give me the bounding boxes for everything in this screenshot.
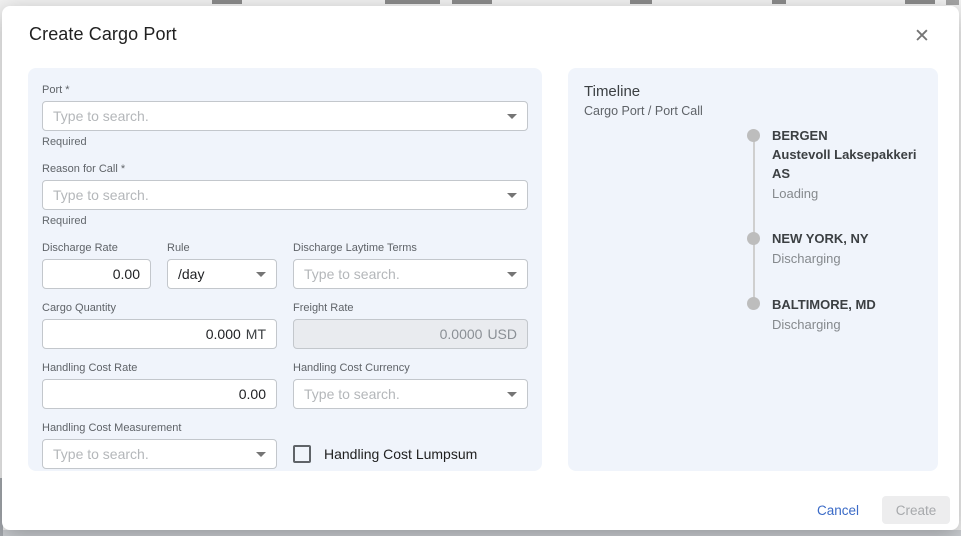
- dialog-footer: Cancel Create: [809, 496, 950, 524]
- reason-for-call-select[interactable]: Type to search.: [42, 180, 528, 210]
- cargo-quantity-unit: MT: [246, 326, 266, 342]
- field-reason-for-call: Reason for Call * Type to search. Requir…: [42, 163, 528, 227]
- handling-cost-lumpsum-label[interactable]: Handling Cost Lumpsum: [324, 446, 477, 462]
- timeline-dot: [747, 297, 760, 310]
- discharge-rate-label: Discharge Rate: [42, 242, 151, 255]
- form-panel: Port * Type to search. Required Reason f…: [28, 68, 542, 471]
- reason-for-call-placeholder: Type to search.: [53, 187, 499, 203]
- field-discharge-laytime-terms: Discharge Laytime Terms Type to search.: [293, 242, 528, 289]
- dropdown-arrow-icon: [256, 452, 266, 457]
- handling-cost-measurement-label: Handling Cost Measurement: [42, 422, 277, 435]
- discharge-rate-value: 0.00: [113, 266, 140, 282]
- port-label: Port *: [42, 84, 528, 97]
- cargo-quantity-value: 0.000: [206, 326, 241, 342]
- timeline-panel: Timeline Cargo Port / Port Call BERGEN A…: [568, 68, 938, 471]
- dropdown-arrow-icon: [256, 272, 266, 277]
- rule-label: Rule: [167, 242, 277, 255]
- dropdown-arrow-icon: [507, 272, 517, 277]
- cargo-quantity-label: Cargo Quantity: [42, 302, 277, 315]
- background-text-fragment: [385, 0, 440, 4]
- port-required-helper: Required: [42, 136, 528, 148]
- handling-cost-lumpsum-checkbox[interactable]: [293, 445, 311, 463]
- handling-cost-rate-label: Handling Cost Rate: [42, 362, 277, 375]
- timeline-entry: BERGEN Austevoll Laksepakkeri AS Loading: [772, 127, 932, 203]
- handling-cost-measurement-placeholder: Type to search.: [53, 446, 248, 462]
- cargo-quantity-input[interactable]: 0.000 MT: [42, 319, 277, 349]
- dialog-header: Create Cargo Port ✕: [29, 24, 941, 50]
- timeline-port-detail: Austevoll Laksepakkeri AS: [772, 145, 932, 183]
- create-button[interactable]: Create: [882, 496, 950, 524]
- timeline-entry: BALTIMORE, MD Discharging: [772, 296, 932, 334]
- timeline-title: Timeline: [584, 83, 922, 100]
- rule-select[interactable]: /day: [167, 259, 277, 289]
- rule-value: /day: [178, 266, 248, 282]
- background-text-fragment: [772, 0, 786, 4]
- close-icon[interactable]: ✕: [910, 24, 934, 48]
- field-rule: Rule /day: [167, 242, 277, 289]
- timeline-rail: [753, 136, 755, 304]
- cancel-button[interactable]: Cancel: [809, 497, 867, 524]
- handling-cost-currency-placeholder: Type to search.: [304, 386, 499, 402]
- dropdown-arrow-icon: [507, 392, 517, 397]
- discharge-laytime-terms-placeholder: Type to search.: [304, 266, 499, 282]
- timeline-port-name: BALTIMORE, MD: [772, 296, 932, 314]
- dropdown-arrow-icon: [507, 193, 517, 198]
- freight-rate-input: 0.0000 USD: [293, 319, 528, 349]
- field-handling-cost-measurement: Handling Cost Measurement Type to search…: [42, 422, 277, 469]
- background-bottom-strip: [0, 530, 961, 536]
- timeline-port-name: BERGEN: [772, 127, 932, 145]
- timeline-activity: Discharging: [772, 249, 932, 268]
- timeline-activity: Discharging: [772, 315, 932, 334]
- timeline-activity: Loading: [772, 184, 932, 203]
- discharge-laytime-terms-label: Discharge Laytime Terms: [293, 242, 528, 255]
- timeline-dot: [747, 232, 760, 245]
- measurement-row: Handling Cost Measurement Type to search…: [42, 422, 528, 469]
- timeline-dot: [747, 129, 760, 142]
- background-text-fragment: [452, 0, 492, 4]
- port-select[interactable]: Type to search.: [42, 101, 528, 131]
- discharge-rate-input[interactable]: 0.00: [42, 259, 151, 289]
- quantity-row: Cargo Quantity 0.000 MT Freight Rate 0.0…: [42, 302, 528, 349]
- handling-cost-currency-select[interactable]: Type to search.: [293, 379, 528, 409]
- field-handling-cost-rate: Handling Cost Rate 0.00: [42, 362, 277, 409]
- handling-cost-row: Handling Cost Rate 0.00 Handling Cost Cu…: [42, 362, 528, 409]
- reason-required-helper: Required: [42, 215, 528, 227]
- field-port: Port * Type to search. Required: [42, 84, 528, 148]
- handling-cost-rate-value: 0.00: [239, 386, 266, 402]
- dialog-title: Create Cargo Port: [29, 24, 941, 45]
- handling-cost-measurement-select[interactable]: Type to search.: [42, 439, 277, 469]
- field-freight-rate: Freight Rate 0.0000 USD: [293, 302, 528, 349]
- create-cargo-port-dialog: Create Cargo Port ✕ Port * Type to searc…: [2, 6, 959, 530]
- field-handling-cost-currency: Handling Cost Currency Type to search.: [293, 362, 528, 409]
- freight-rate-label: Freight Rate: [293, 302, 528, 315]
- port-placeholder: Type to search.: [53, 108, 499, 124]
- timeline-entry: NEW YORK, NY Discharging: [772, 230, 932, 268]
- dropdown-arrow-icon: [507, 114, 517, 119]
- discharge-laytime-terms-select[interactable]: Type to search.: [293, 259, 528, 289]
- background-text-fragment: [630, 0, 652, 4]
- freight-rate-unit: USD: [487, 326, 517, 342]
- freight-rate-value: 0.0000: [440, 326, 483, 342]
- background-text-fragment: [946, 0, 959, 5]
- background-text-fragment: [212, 0, 242, 4]
- handling-cost-currency-label: Handling Cost Currency: [293, 362, 528, 375]
- background-text-fragment: [905, 0, 935, 4]
- field-discharge-rate: Discharge Rate 0.00: [42, 242, 151, 289]
- timeline-port-name: NEW YORK, NY: [772, 230, 932, 248]
- field-handling-cost-lumpsum: Handling Cost Lumpsum: [293, 439, 528, 469]
- handling-cost-rate-input[interactable]: 0.00: [42, 379, 277, 409]
- discharge-row: Discharge Rate 0.00 Rule /day Discharge …: [42, 242, 528, 289]
- timeline-subtitle: Cargo Port / Port Call: [584, 104, 922, 118]
- field-cargo-quantity: Cargo Quantity 0.000 MT: [42, 302, 277, 349]
- reason-for-call-label: Reason for Call *: [42, 163, 528, 176]
